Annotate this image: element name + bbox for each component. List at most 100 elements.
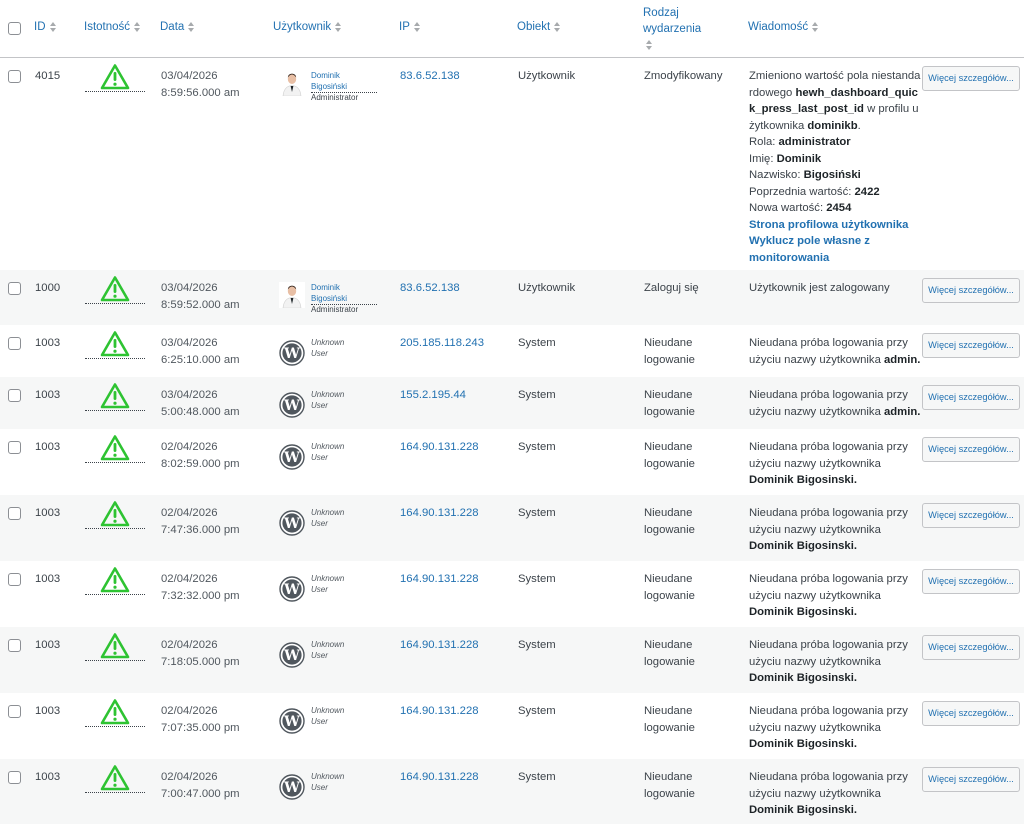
event-type-line1: Nieudane (644, 705, 693, 717)
event-id: 4015 (35, 68, 60, 85)
ip-link[interactable]: 164.90.131.228 (400, 637, 479, 654)
column-header-event-type[interactable]: Rodzaj wydarzenia (643, 5, 701, 53)
row-checkbox[interactable] (8, 705, 21, 718)
column-header-severity[interactable]: Istotność (84, 21, 141, 33)
sort-icon (335, 21, 342, 32)
row-checkbox[interactable] (8, 389, 21, 402)
column-header-id[interactable]: ID (34, 21, 57, 33)
column-header-message[interactable]: Wiadomość (748, 21, 819, 33)
row-checkbox[interactable] (8, 639, 21, 652)
ip-link[interactable]: 164.90.131.228 (400, 571, 479, 588)
column-header-ip-label: IP (399, 21, 410, 33)
more-details-button[interactable]: Więcej szczegółów... (922, 333, 1020, 358)
unknown-user: Unknown User (311, 705, 344, 727)
more-details-button[interactable]: Więcej szczegółów... (922, 569, 1020, 594)
row-checkbox[interactable] (8, 507, 21, 520)
row-checkbox[interactable] (8, 771, 21, 784)
sort-icon (554, 21, 561, 32)
message-username: admin. (884, 353, 921, 366)
more-details-button[interactable]: Więcej szczegółów... (922, 437, 1020, 462)
column-header-ip[interactable]: IP (399, 21, 421, 33)
unknown-user: Unknown User (311, 389, 344, 411)
user-cell: W Unknown User (279, 705, 389, 745)
event-message: Nieudana próba logowania przy użyciu naz… (749, 505, 924, 555)
row-checkbox[interactable] (8, 573, 21, 586)
user-name: Dominik Bigosiński (311, 70, 377, 93)
time-value: 8:59:52.000 am (161, 298, 240, 311)
unknown-user-line1: Unknown (311, 508, 345, 517)
row-checkbox[interactable] (8, 70, 21, 83)
message-value: Dominik (776, 152, 822, 165)
severity-warning (85, 63, 145, 92)
more-details-button[interactable]: Więcej szczegółów... (922, 385, 1020, 410)
event-type: Nieudane logowanie (644, 637, 695, 670)
ip-link[interactable]: 164.90.131.228 (400, 703, 479, 720)
row-checkbox[interactable] (8, 282, 21, 295)
event-id: 1000 (35, 280, 60, 297)
event-type-line2: logowanie (644, 457, 695, 470)
row-checkbox[interactable] (8, 441, 21, 454)
unknown-user: Unknown User (311, 441, 344, 463)
unknown-user-line2: User (311, 401, 328, 410)
warning-icon (85, 566, 145, 593)
event-object: System (518, 571, 556, 588)
event-date: 02/04/2026 7:00:47.000 pm (161, 769, 240, 802)
ip-link[interactable]: 83.6.52.138 (400, 280, 460, 297)
event-id: 1003 (35, 571, 60, 588)
object-value: Użytkownik (518, 282, 576, 294)
table-row: 1003 02/04/2026 7:32:32.000 pm W Unknown User… (0, 561, 1024, 627)
date-value: 03/04/2026 (161, 282, 218, 294)
table-row: 1003 03/04/2026 5:00:48.000 am W Unknown User… (0, 377, 1024, 429)
warning-icon (85, 632, 145, 659)
svg-text:W: W (283, 648, 300, 664)
ip-value: 83.6.52.138 (400, 70, 460, 82)
message-username: dominikb (807, 119, 858, 132)
table-row: 1003 02/04/2026 8:02:59.000 pm W Unknown User… (0, 429, 1024, 495)
unknown-user: Unknown User (311, 573, 344, 595)
ip-link[interactable]: 83.6.52.138 (400, 68, 460, 85)
ip-link[interactable]: 164.90.131.228 (400, 769, 479, 786)
column-header-event-type-line1: Rodzaj (643, 7, 679, 19)
event-object: System (518, 387, 556, 404)
severity-warning (85, 698, 145, 727)
select-all-checkbox[interactable] (8, 22, 21, 35)
more-details-button[interactable]: Więcej szczegółów... (922, 635, 1020, 660)
more-details-button[interactable]: Więcej szczegółów... (922, 701, 1020, 726)
more-details-button[interactable]: Więcej szczegółów... (922, 767, 1020, 792)
column-header-object[interactable]: Obiekt (517, 21, 561, 33)
event-type-line1: Nieudane (644, 337, 693, 349)
event-type-line1: Nieudane (644, 771, 693, 783)
message-label: Nowa wartość: (749, 202, 824, 214)
user-link[interactable]: Dominik Bigosiński (311, 282, 377, 305)
user-link[interactable]: Dominik Bigosiński (311, 70, 377, 93)
event-type-line1: Nieudane (644, 507, 693, 519)
ip-value: 164.90.131.228 (400, 573, 479, 585)
ip-link[interactable]: 155.2.195.44 (400, 387, 466, 404)
more-details-button[interactable]: Więcej szczegółów... (922, 278, 1020, 303)
event-id: 1003 (35, 769, 60, 786)
more-details-button[interactable]: Więcej szczegółów... (922, 66, 1020, 91)
exclude-field-link[interactable]: Wyklucz pole własne z monitorowania (749, 233, 924, 266)
event-message: Użytkownik jest zalogowany (749, 280, 924, 297)
more-details-button[interactable]: Więcej szczegółów... (922, 503, 1020, 528)
ip-link[interactable]: 164.90.131.228 (400, 505, 479, 522)
event-type-line2: logowanie (644, 787, 695, 800)
ip-link[interactable]: 164.90.131.228 (400, 439, 479, 456)
column-header-user[interactable]: Użytkownik (273, 21, 342, 33)
user-profile-link[interactable]: Strona profilowa użytkownika (749, 217, 924, 234)
unknown-user-line2: User (311, 783, 328, 792)
date-value: 03/04/2026 (161, 337, 218, 349)
message-value: administrator (778, 136, 851, 148)
column-header-date[interactable]: Data (160, 21, 195, 33)
row-checkbox[interactable] (8, 337, 21, 350)
event-type: Zmodyfikowany (644, 68, 722, 85)
object-value: System (518, 639, 556, 651)
message-text: Nieudana próba logowania przy użyciu naz… (749, 441, 908, 470)
ip-link[interactable]: 205.185.118.243 (400, 335, 484, 352)
event-type-line2: logowanie (644, 353, 695, 366)
column-header-event-type-line2: wydarzenia (643, 23, 702, 35)
event-message: Nieudana próba logowania przy użyciu naz… (749, 571, 924, 621)
event-message: Nieudana próba logowania przy użyciu naz… (749, 387, 924, 420)
message-text: Użytkownik jest zalogowany (749, 282, 890, 294)
sort-icon (49, 21, 57, 32)
